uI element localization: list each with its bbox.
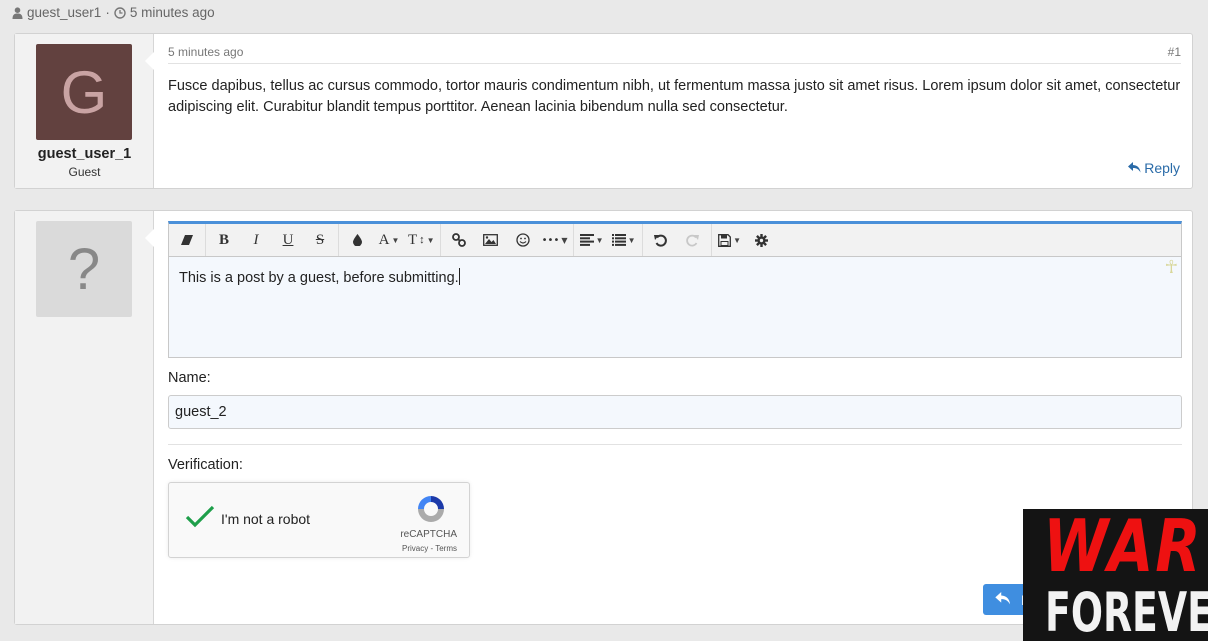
- name-input[interactable]: [168, 395, 1182, 429]
- rich-text-editor: B I U S A ▼ T ↕ ▼ ••• ▼ ▼ ▼ ▼ This is a …: [168, 221, 1182, 358]
- meta-time: 5 minutes ago: [129, 5, 215, 20]
- align-icon[interactable]: ▼: [576, 224, 608, 256]
- editor-text: This is a post by a guest, before submit…: [179, 270, 459, 286]
- toolbar-group-insert: ••• ▼: [441, 224, 574, 256]
- undo-icon[interactable]: [645, 224, 677, 256]
- recaptcha-widget: I'm not a robot reCAPTCHA Privacy - Term…: [168, 482, 470, 558]
- reply-form-card: ? B I U S A ▼ T ↕ ▼ ••• ▼ ▼ ▼ ▼ This is …: [14, 210, 1193, 625]
- verification-label: Verification:: [168, 457, 243, 473]
- post-content: 5 minutes ago #1 Fusce dapibus, tellus a…: [154, 34, 1192, 188]
- underline-icon[interactable]: U: [272, 224, 304, 256]
- editor-textarea[interactable]: This is a post by a guest, before submit…: [169, 257, 1181, 357]
- name-label: Name:: [168, 370, 211, 386]
- strikethrough-icon[interactable]: S: [304, 224, 336, 256]
- user-icon: [12, 7, 23, 19]
- list-icon[interactable]: ▼: [608, 224, 640, 256]
- editor-toolbar: B I U S A ▼ T ↕ ▼ ••• ▼ ▼ ▼ ▼: [169, 224, 1181, 257]
- toolbar-group-tools: ▼: [712, 224, 780, 256]
- meta-separator: ·: [105, 5, 110, 20]
- post-author-panel: G guest_user_1 Guest: [15, 34, 154, 188]
- text-cursor: [458, 268, 460, 285]
- toolbar-group-font: A ▼ T ↕ ▼: [339, 224, 441, 256]
- recaptcha-terms-link[interactable]: Privacy - Terms: [402, 544, 457, 553]
- post-number-link[interactable]: #1: [1168, 45, 1181, 59]
- reply-icon: [1128, 160, 1141, 176]
- post-timestamp: 5 minutes ago: [168, 45, 244, 59]
- post-body: Fusce dapibus, tellus ac cursus commodo,…: [168, 78, 1181, 115]
- reply-icon: [995, 591, 1011, 608]
- save-icon[interactable]: ▼: [714, 224, 746, 256]
- clock-icon: [114, 7, 126, 19]
- author-username[interactable]: guest_user_1: [15, 146, 154, 162]
- banner-line-2: FOREVER: [1045, 581, 1208, 641]
- speech-caret: [145, 52, 154, 70]
- reply-link[interactable]: Reply: [1128, 160, 1180, 176]
- bold-icon[interactable]: B: [208, 224, 240, 256]
- post-meta-line: guest_user1 · 5 minutes ago: [12, 4, 215, 22]
- recaptcha-logo-icon: [415, 493, 447, 530]
- avatar-letter: G: [60, 58, 108, 126]
- ankh-icon: ☥: [1164, 257, 1178, 277]
- emoji-icon[interactable]: [507, 224, 539, 256]
- more-icon[interactable]: ••• ▼: [539, 224, 571, 256]
- author-role: Guest: [68, 165, 101, 179]
- recaptcha-label: I'm not a robot: [221, 511, 311, 527]
- speech-caret: [145, 229, 154, 247]
- font-size-icon[interactable]: T ↕ ▼: [405, 224, 438, 256]
- guest-avatar-placeholder: ?: [36, 221, 132, 317]
- link-icon[interactable]: [443, 224, 475, 256]
- toolbar-group-history: [643, 224, 712, 256]
- post-card: G guest_user_1 Guest 5 minutes ago #1 Fu…: [14, 33, 1193, 189]
- font-name-icon[interactable]: A ▼: [373, 224, 405, 256]
- reply-label: Reply: [1144, 160, 1180, 176]
- war-forever-overlay-banner: WAR FOREVER: [1023, 509, 1208, 641]
- question-mark-icon: ?: [67, 236, 101, 302]
- reply-author-panel: ?: [15, 211, 154, 624]
- toolbar-group-format: [169, 224, 206, 256]
- toolbar-group-style: B I U S: [206, 224, 339, 256]
- eraser-icon[interactable]: [171, 224, 203, 256]
- recaptcha-brand: reCAPTCHA: [400, 529, 457, 540]
- color-drop-icon[interactable]: [341, 224, 373, 256]
- image-icon[interactable]: [475, 224, 507, 256]
- avatar[interactable]: G: [36, 44, 132, 140]
- banner-line-1: WAR: [1043, 509, 1203, 588]
- italic-icon[interactable]: I: [240, 224, 272, 256]
- form-divider: [168, 444, 1182, 445]
- settings-icon[interactable]: [746, 224, 778, 256]
- toolbar-group-paragraph: ▼ ▼: [574, 224, 643, 256]
- redo-icon[interactable]: [677, 224, 709, 256]
- post-header: 5 minutes ago #1: [168, 34, 1181, 64]
- meta-username[interactable]: guest_user1: [27, 4, 101, 22]
- recaptcha-checkbox[interactable]: [185, 505, 215, 534]
